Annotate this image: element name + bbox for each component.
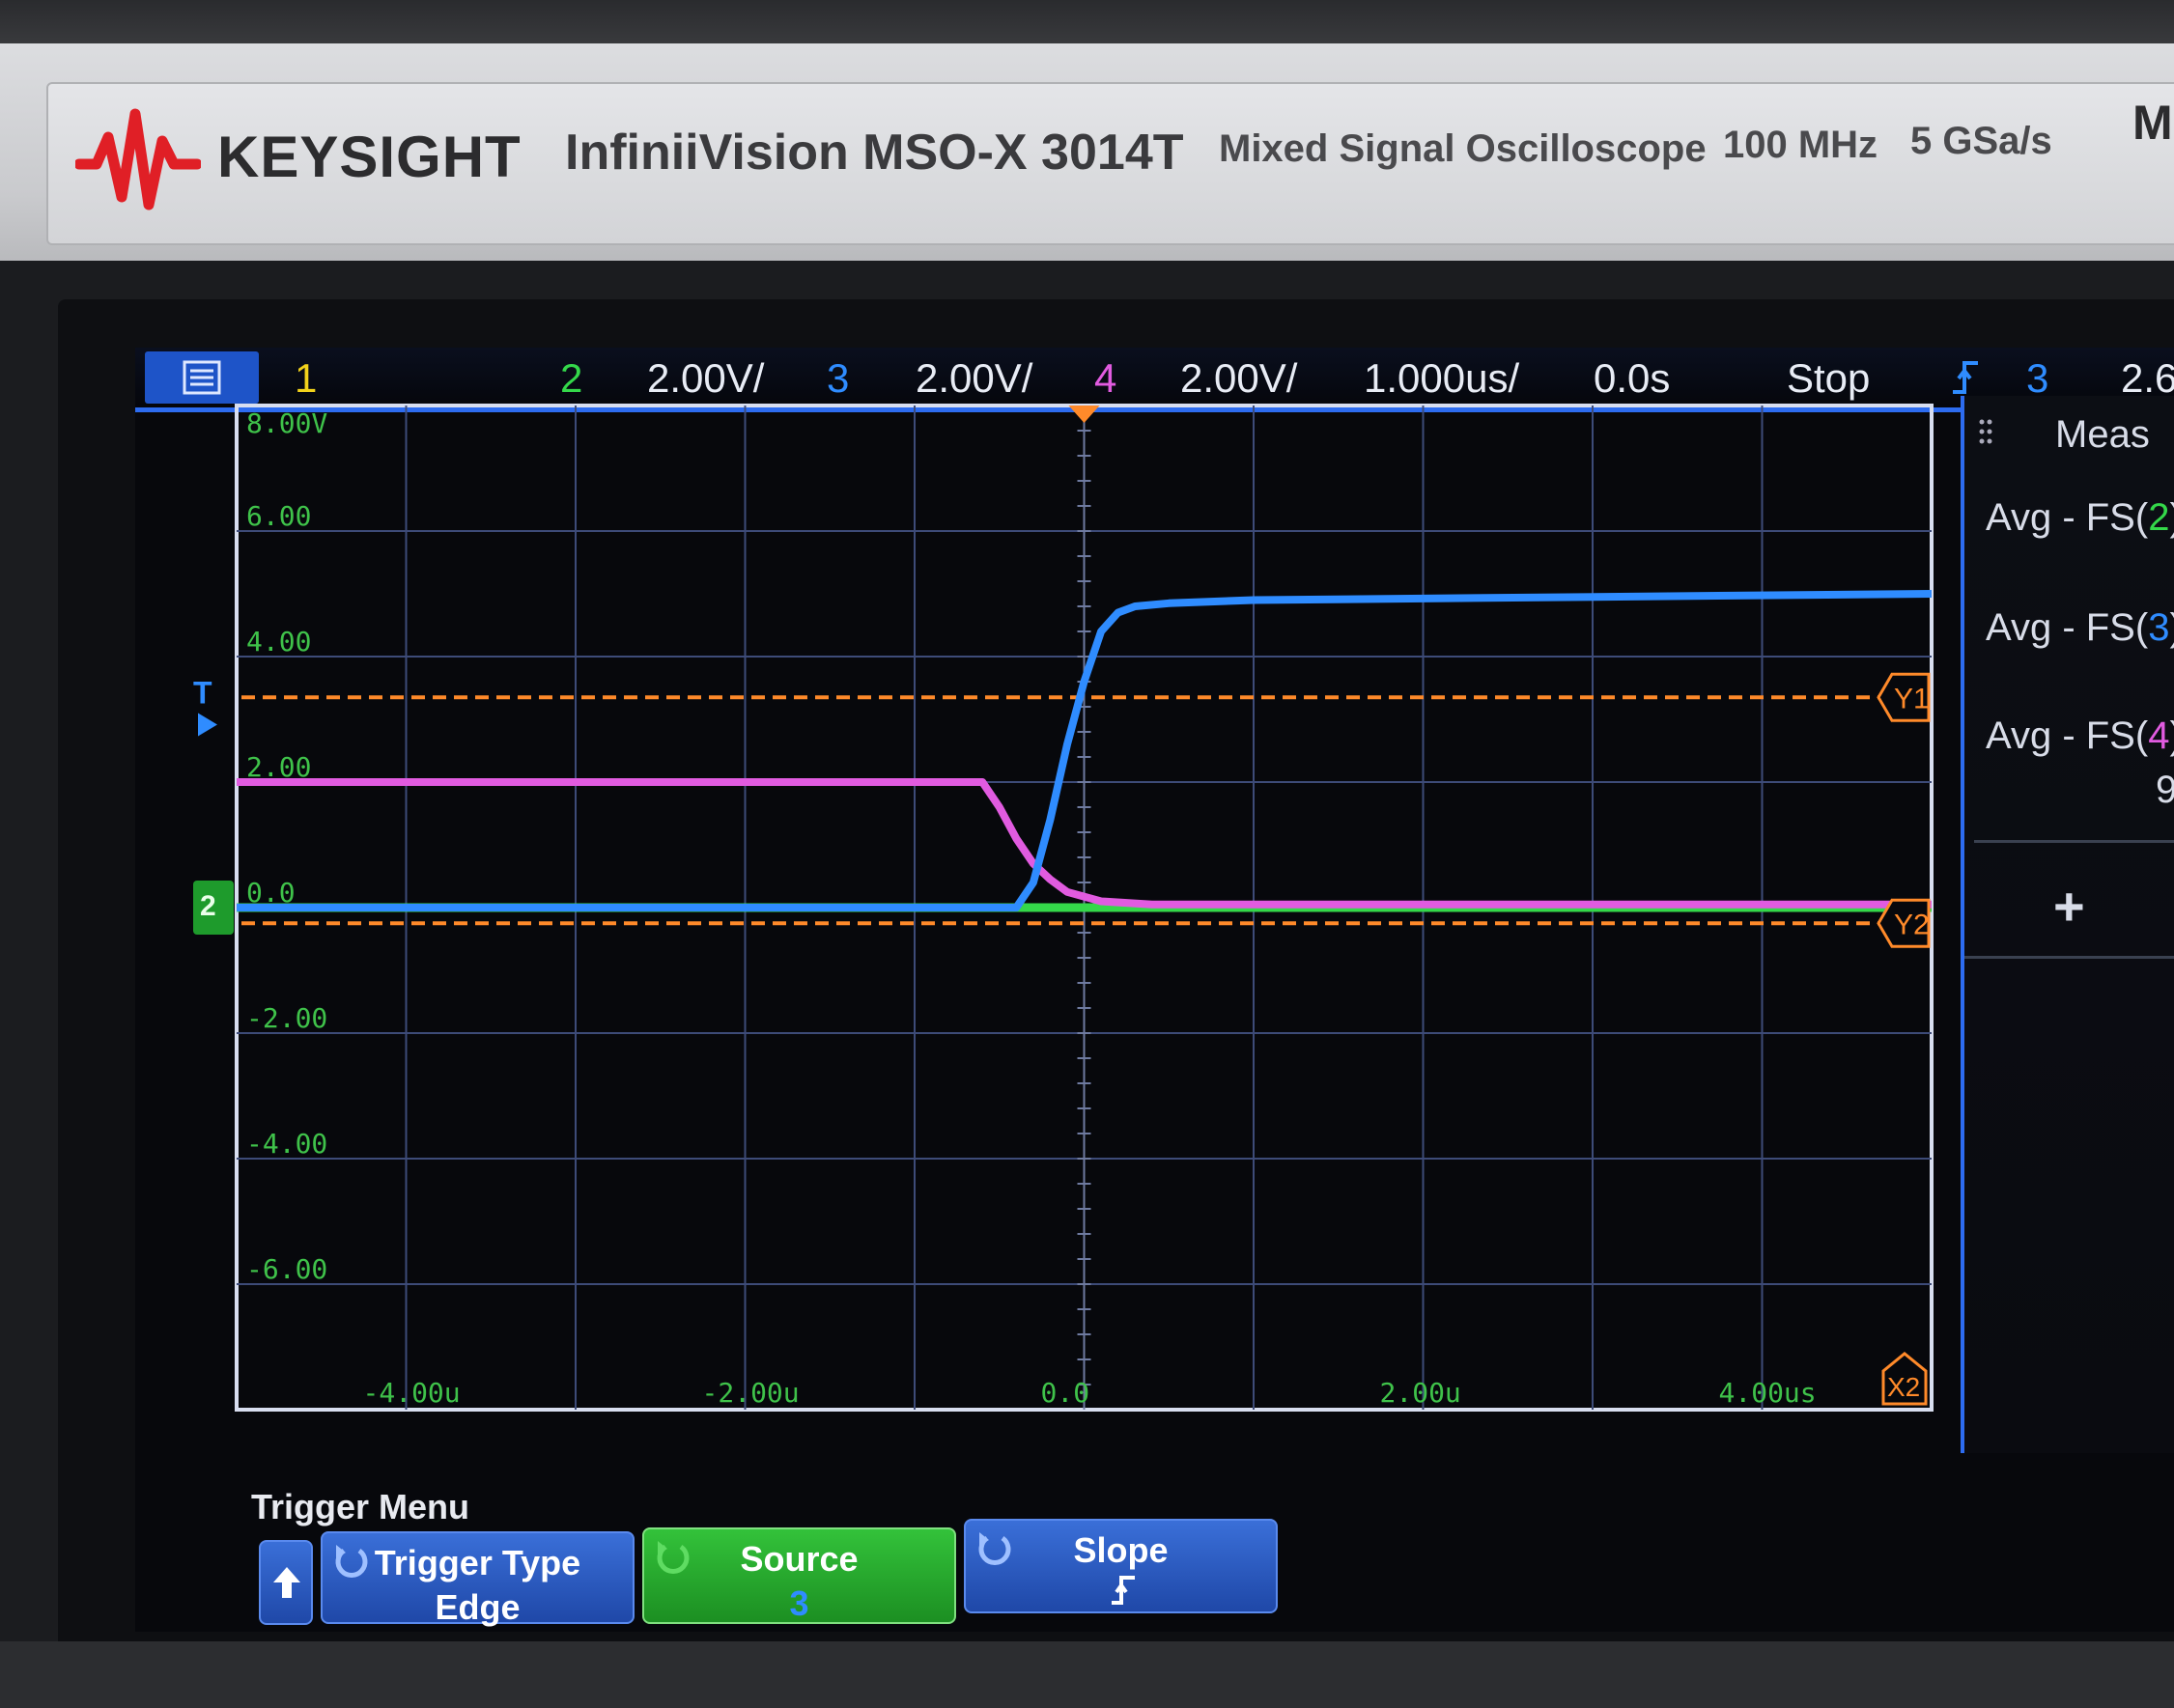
source-softkey[interactable]: Source 3 [642,1527,956,1624]
cursor-x2-label: X2 [1887,1372,1920,1402]
measurement-panel: Meas Avg - FS(2): Avg - FS(3): Avg - FS(… [1961,396,2174,1453]
model-description: Mixed Signal Oscilloscope [1219,127,1707,170]
trigger-source-label[interactable]: 3 [2026,355,2048,402]
cursor-y2-label: Y2 [1894,909,1930,940]
meas-channel: 3 [2148,606,2170,649]
y-tick-label: 0.0 [246,877,296,909]
meas-channel: 4 [2148,714,2170,757]
x-tick-label: 0.0 [1041,1377,1090,1409]
rising-edge-icon [1112,1576,1135,1605]
x-tick-label: -4.00u [363,1377,461,1409]
trigger-time-marker-icon [1068,406,1100,423]
rising-edge-icon [1953,361,1978,394]
y-tick-label: 4.00 [246,626,311,658]
channel-1-label[interactable]: 1 [295,355,317,402]
meas-item-ch3[interactable]: Avg - FS(3): [1986,606,2174,650]
trigger-type-value: Edge [435,1587,521,1627]
trigger-type-label: Trigger Type [374,1543,581,1582]
keysight-logo-icon [75,108,201,210]
bandwidth-label: 100 MHz [1723,124,1878,166]
bench-background [0,0,2174,48]
trigger-level-marker: T [193,676,212,711]
meas-label-suffix: ): [2169,496,2174,539]
trigger-level-arrow-icon [198,713,217,737]
channel-4-scale[interactable]: 2.00V/ [1180,355,1297,402]
cursor-y1-label: Y1 [1894,683,1930,714]
source-label: Source [740,1539,859,1579]
drag-handle-icon[interactable] [1978,417,1995,446]
meas-label-prefix: Avg - FS( [1986,606,2149,649]
up-arrow-icon [273,1567,300,1598]
channel-2-label[interactable]: 2 [560,355,582,402]
sample-rate-label: 5 GSa/s [1910,120,2052,162]
x-tick-label: 2.00u [1380,1377,1461,1409]
model-suffix: MI [2132,96,2174,150]
x-tick-label: -2.00u [702,1377,800,1409]
timebase-label[interactable]: 1.000us/ [1364,355,1519,402]
trigger-type-softkey[interactable]: Trigger Type Edge [321,1531,635,1627]
meas-title: Meas [2055,413,2150,456]
trigger-menu-title: Trigger Menu [251,1487,470,1526]
model-name: InfiniiVision MSO-X 3014T [565,125,1184,181]
y-tick-label: -4.00 [246,1128,327,1160]
channel-2-scale[interactable]: 2.00V/ [647,355,764,402]
back-button[interactable] [259,1540,313,1625]
meas-label-prefix: Avg - FS( [1986,496,2149,539]
bezel-bottom [0,1641,2174,1708]
meas-divider [1964,956,2174,959]
meas-item-ch4[interactable]: Avg - FS(4): [1986,714,2174,758]
add-measurement-button[interactable]: + [2053,875,2085,938]
meas-channel: 2 [2148,496,2170,539]
meas-label-suffix: ): [2169,714,2174,757]
channel-4-label[interactable]: 4 [1094,355,1116,402]
y-tick-label: -2.00 [246,1002,327,1034]
y-tick-label: -6.00 [246,1253,327,1285]
meas-label-prefix: Avg - FS( [1986,714,2149,757]
slope-label: Slope [1073,1530,1169,1570]
delay-label[interactable]: 0.0s [1594,355,1670,402]
y-tick-label: 8.00V [246,407,327,439]
meas-value-ch4: 9 [2156,769,2174,811]
meas-item-ch2[interactable]: Avg - FS(2): [1986,496,2174,540]
channel-3-label[interactable]: 3 [827,355,849,402]
waveform-graticule[interactable]: 8.00V 6.00 4.00 2.00 0.0 -2.00 -4.00 -6.00 -4.00… [193,396,1961,1458]
meas-divider [1974,840,2174,843]
x-tick-label: 4.00us [1719,1377,1817,1409]
meas-label-suffix: ): [2169,606,2174,649]
brand-name: KEYSIGHT [217,125,522,189]
run-state-label[interactable]: Stop [1787,355,1870,402]
trigger-level-label[interactable]: 2.6 [2121,355,2174,402]
slope-softkey[interactable]: Slope [964,1519,1278,1613]
oscilloscope-display: 1 2 2.00V/ 3 2.00V/ 4 2.00V/ 1.000us/ 0.… [135,348,2174,1632]
y-tick-label: 6.00 [246,500,311,532]
ground-marker-label: 2 [200,890,216,922]
channel-3-scale[interactable]: 2.00V/ [916,355,1032,402]
source-value: 3 [789,1583,809,1623]
y-tick-label: 2.00 [246,751,311,783]
